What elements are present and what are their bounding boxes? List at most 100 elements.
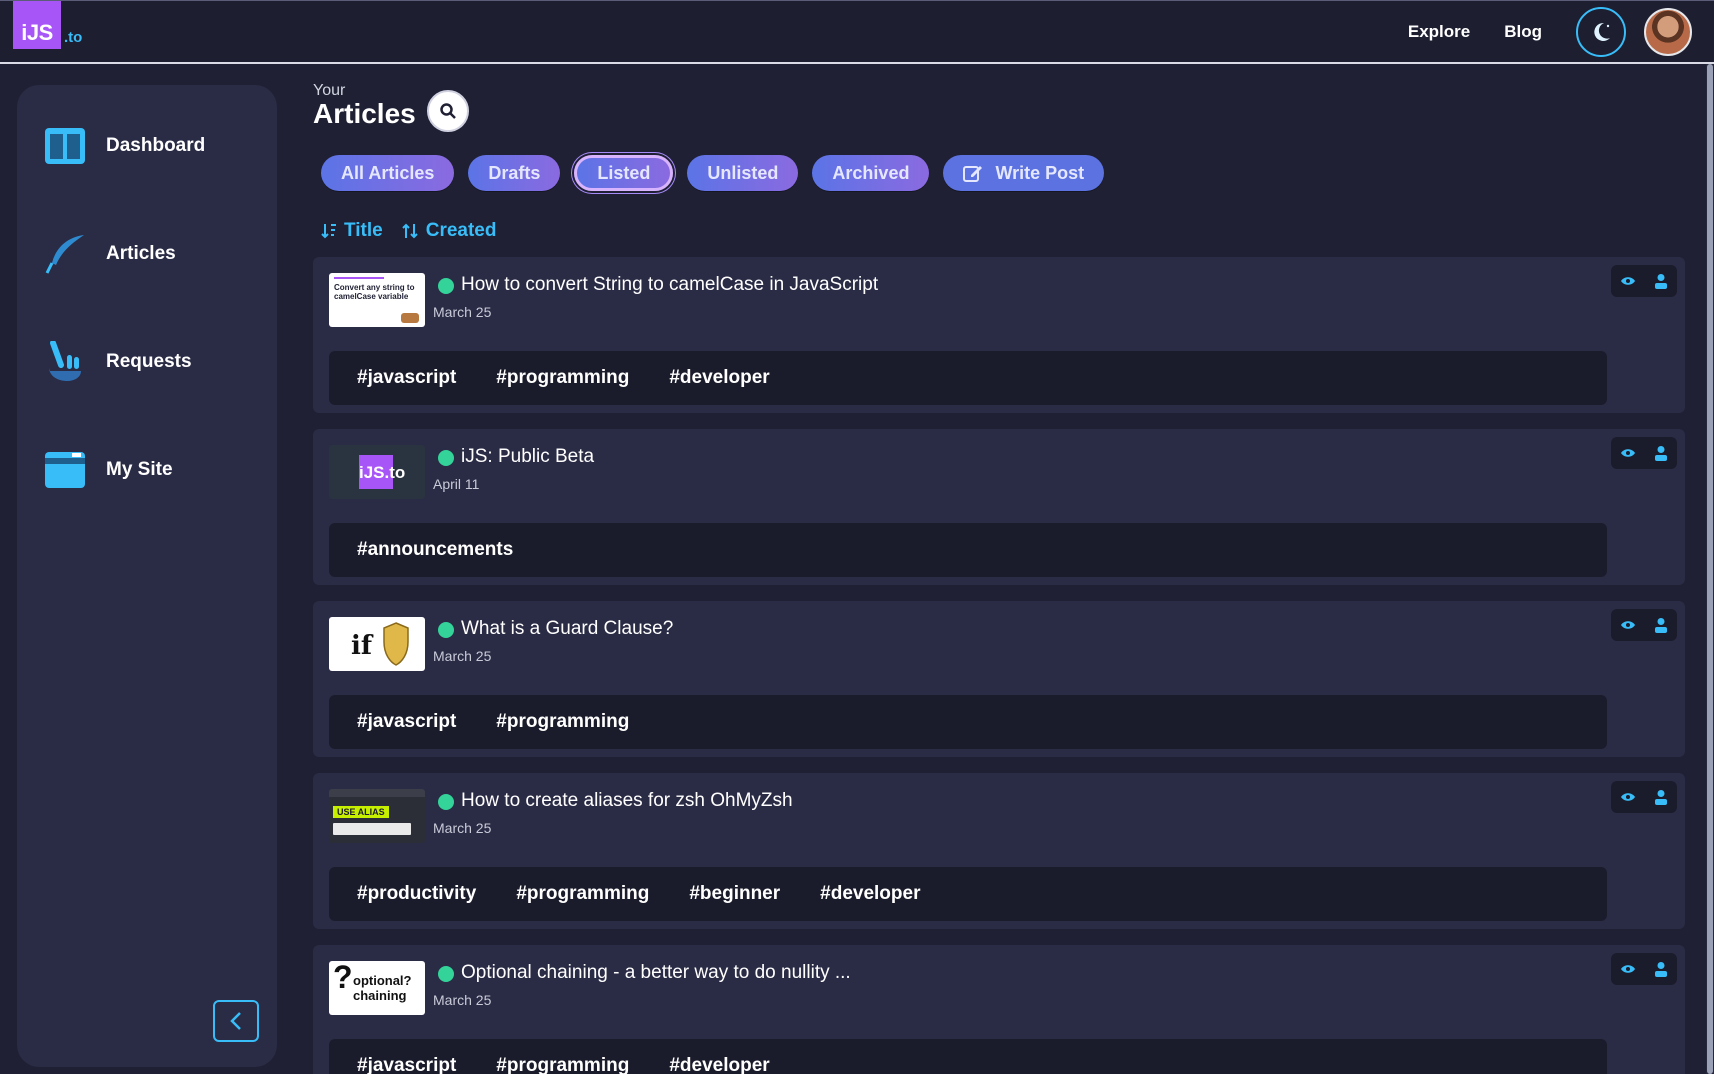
tab-drafts[interactable]: Drafts	[468, 155, 561, 191]
tab-all-articles[interactable]: All Articles	[321, 155, 455, 191]
sidebar-item-label: My Site	[106, 459, 173, 480]
article-card: USE ALIAS How to create aliases for zsh …	[313, 773, 1685, 929]
article-thumbnail[interactable]: if	[329, 617, 425, 671]
sort-up-down-icon	[402, 223, 418, 239]
article-thumbnail[interactable]: USE ALIAS	[329, 789, 425, 843]
edit-icon	[963, 166, 983, 182]
dashboard-icon	[44, 125, 86, 167]
sort-bar: Title Created	[321, 220, 514, 242]
author-icon[interactable]	[1651, 271, 1671, 291]
article-title[interactable]: Optional chaining - a better way to do n…	[461, 962, 851, 984]
view-icon[interactable]	[1618, 615, 1638, 635]
article-actions	[1611, 781, 1677, 813]
thumbnail-text: Convert any string to camelCase variable	[334, 283, 415, 301]
sidebar-item-dashboard[interactable]: Dashboard	[44, 125, 205, 167]
quill-icon	[44, 233, 86, 275]
author-icon[interactable]	[1651, 443, 1671, 463]
moon-icon	[1594, 22, 1610, 41]
article-date: March 25	[433, 992, 492, 1008]
view-icon[interactable]	[1618, 443, 1638, 463]
view-icon[interactable]	[1618, 959, 1638, 979]
tag[interactable]: #javascript	[357, 711, 456, 733]
sidebar-item-my-site[interactable]: My Site	[44, 449, 173, 491]
tag[interactable]: #programming	[496, 1055, 629, 1074]
search-icon	[440, 103, 456, 119]
sort-by-created[interactable]: Created	[401, 220, 497, 242]
article-actions	[1611, 609, 1677, 641]
tag[interactable]: #programming	[516, 883, 649, 905]
article-actions	[1611, 265, 1677, 297]
thumbnail-text: if	[351, 631, 373, 661]
published-status-dot	[438, 966, 454, 982]
write-post-label: Write Post	[995, 162, 1085, 183]
sidebar-item-label: Requests	[106, 351, 192, 372]
tag-bar: #javascript #programming	[329, 695, 1607, 749]
tag-bar: #javascript #programming #developer	[329, 351, 1607, 405]
article-actions	[1611, 953, 1677, 985]
sidebar-item-articles[interactable]: Articles	[44, 233, 176, 275]
author-icon[interactable]	[1651, 959, 1671, 979]
article-date: March 25	[433, 648, 492, 664]
tag[interactable]: #javascript	[357, 367, 456, 389]
article-date: April 11	[433, 476, 480, 492]
browser-window-icon	[44, 449, 86, 491]
search-button[interactable]	[427, 90, 469, 132]
blog-link[interactable]: Blog	[1504, 22, 1542, 42]
tab-archived[interactable]: Archived	[812, 155, 930, 191]
tag[interactable]: #programming	[496, 711, 629, 733]
article-title[interactable]: What is a Guard Clause?	[461, 618, 673, 640]
user-avatar[interactable]	[1644, 8, 1692, 56]
article-thumbnail[interactable]: iJS.to	[329, 445, 425, 499]
chevron-left-icon	[230, 1012, 241, 1030]
article-filter-tabs: All Articles Drafts Listed Unlisted Arch…	[321, 155, 1118, 191]
sort-by-title[interactable]: Title	[321, 220, 383, 242]
shield-icon	[383, 622, 409, 666]
article-title[interactable]: How to convert String to camelCase in Ja…	[461, 274, 878, 296]
thumbnail-text: iJS.to	[359, 463, 406, 482]
view-icon[interactable]	[1618, 271, 1638, 291]
site-logo[interactable]: iJS .to	[13, 1, 82, 49]
article-thumbnail[interactable]: ? optional? chaining	[329, 961, 425, 1015]
sidebar-item-label: Articles	[106, 243, 176, 264]
article-thumbnail[interactable]: Convert any string to camelCase variable	[329, 273, 425, 327]
tag[interactable]: #beginner	[689, 883, 780, 905]
explore-link[interactable]: Explore	[1408, 22, 1470, 42]
tag[interactable]: #developer	[669, 1055, 769, 1074]
article-date: March 25	[433, 820, 492, 836]
tag[interactable]: #developer	[820, 883, 920, 905]
theme-toggle-button[interactable]	[1576, 7, 1626, 57]
page-scrollbar[interactable]	[1706, 64, 1714, 1074]
published-status-dot	[438, 450, 454, 466]
top-bar: iJS .to Explore Blog	[0, 0, 1714, 64]
article-card: Convert any string to camelCase variable…	[313, 257, 1685, 413]
sort-created-label: Created	[425, 220, 497, 241]
view-icon[interactable]	[1618, 787, 1638, 807]
article-title[interactable]: iJS: Public Beta	[461, 446, 594, 468]
author-icon[interactable]	[1651, 787, 1671, 807]
thumbnail-text: optional? chaining	[353, 973, 412, 1003]
tag[interactable]: #announcements	[357, 539, 513, 561]
article-card: if What is a Guard Clause? March 25 #jav…	[313, 601, 1685, 757]
article-title[interactable]: How to create aliases for zsh OhMyZsh	[461, 790, 793, 812]
author-icon[interactable]	[1651, 615, 1671, 635]
sidebar: Dashboard Articles Requests My Site	[17, 85, 277, 1067]
write-post-button[interactable]: Write Post	[943, 155, 1105, 191]
tab-unlisted[interactable]: Unlisted	[687, 155, 799, 191]
published-status-dot	[438, 794, 454, 810]
tag[interactable]: #developer	[669, 367, 769, 389]
tag[interactable]: #javascript	[357, 1055, 456, 1074]
tag-bar: #javascript #programming #developer	[329, 1039, 1607, 1074]
thumbnail-text: USE ALIAS	[333, 806, 389, 818]
sort-title-label: Title	[344, 220, 383, 241]
page-title: Articles	[313, 98, 416, 129]
tab-listed[interactable]: Listed	[574, 155, 674, 191]
scrollbar-thumb[interactable]	[1707, 64, 1713, 1074]
sidebar-item-label: Dashboard	[106, 135, 206, 156]
article-actions	[1611, 437, 1677, 469]
tag[interactable]: #programming	[496, 367, 629, 389]
tag[interactable]: #productivity	[357, 883, 476, 905]
collapse-sidebar-button[interactable]	[213, 1000, 259, 1042]
sidebar-item-requests[interactable]: Requests	[44, 341, 192, 383]
tag-bar: #productivity #programming #beginner #de…	[329, 867, 1607, 921]
top-nav: Explore Blog	[1408, 1, 1714, 63]
